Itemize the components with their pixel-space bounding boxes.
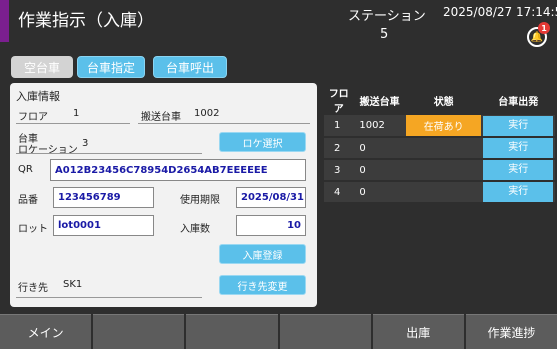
- inbound-info-panel: 入庫情報 フロア 1 搬送台車 1002 台車 ロケーション 3 ロケ選択 QR…: [10, 83, 317, 307]
- main-button[interactable]: メイン: [0, 314, 92, 349]
- tab-vehicle-call[interactable]: 台車呼出: [153, 56, 227, 78]
- row-status: [405, 137, 482, 160]
- location-value: 3: [82, 138, 89, 149]
- row-floor: 1: [324, 115, 354, 138]
- product-label: 品番: [18, 195, 38, 206]
- alarm-count-badge: 1: [538, 22, 550, 34]
- change-destination-button[interactable]: 行き先変更: [219, 275, 306, 295]
- row-status: [405, 181, 482, 204]
- vehicle-label: 搬送台車: [141, 112, 181, 123]
- tab-empty-vehicle[interactable]: 空台車: [11, 56, 73, 78]
- footer-blank-button-2[interactable]: [186, 314, 278, 349]
- row-floor: 4: [324, 181, 354, 204]
- qty-label: 入庫数: [180, 224, 210, 235]
- col-floor-header: フロア: [324, 85, 354, 115]
- floor-underline: [16, 123, 130, 124]
- row-vehicle: 0: [353, 137, 406, 160]
- row-status: [405, 159, 482, 182]
- qr-label: QR: [18, 164, 33, 175]
- execute-button[interactable]: 実行: [483, 182, 554, 202]
- expiry-label: 使用期限: [180, 195, 220, 206]
- outbound-button[interactable]: 出庫: [372, 314, 464, 349]
- row-vehicle: 0: [353, 181, 406, 204]
- floor-label: フロア: [18, 112, 48, 123]
- product-input[interactable]: 123456789: [53, 187, 154, 208]
- table-row: 3 0 実行: [324, 159, 555, 182]
- panel-heading: 入庫情報: [16, 90, 60, 103]
- destination-value: SK1: [63, 279, 83, 290]
- destination-underline: [16, 297, 202, 298]
- row-vehicle: 0: [353, 159, 406, 182]
- floor-table-header: フロア 搬送台車 状態 台車出発: [324, 85, 555, 115]
- row-floor: 3: [324, 159, 354, 182]
- vehicle-underline: [138, 123, 310, 124]
- footer-blank-button-3[interactable]: [279, 314, 371, 349]
- execute-button[interactable]: 実行: [483, 160, 554, 180]
- header-accent-bar: [0, 0, 9, 42]
- col-departure-header: 台車出発: [481, 85, 555, 115]
- datetime-display: 2025/08/27 17:14:53: [443, 5, 557, 19]
- row-status: 在荷あり: [405, 115, 482, 138]
- table-row: 1 1002 在荷あり 実行: [324, 115, 555, 138]
- alarm-button[interactable]: 🔔 1: [527, 22, 550, 47]
- station-label: ステーション: [348, 9, 426, 24]
- col-vehicle-header: 搬送台車: [353, 85, 406, 115]
- tab-vehicle-specify[interactable]: 台車指定: [77, 56, 145, 78]
- floor-value: 1: [73, 108, 80, 119]
- work-progress-button[interactable]: 作業進捗: [465, 314, 557, 349]
- station-value: 5: [380, 27, 389, 42]
- row-vehicle: 1002: [353, 115, 406, 138]
- row-floor: 2: [324, 137, 354, 160]
- expiry-input[interactable]: 2025/08/31: [236, 187, 306, 208]
- table-row: 2 0 実行: [324, 137, 555, 160]
- table-row: 4 0 実行: [324, 181, 555, 204]
- floor-table: フロア 搬送台車 状態 台車出発 1 1002 在荷あり 実行 2 0 実行 3…: [324, 85, 555, 204]
- footer-blank-button-1[interactable]: [93, 314, 185, 349]
- lot-label: ロット: [18, 224, 48, 235]
- location-underline: [16, 153, 202, 154]
- location-select-button[interactable]: ロケ選択: [219, 132, 306, 152]
- lot-input[interactable]: lot0001: [53, 215, 154, 236]
- page-title: 作業指示（入庫）: [18, 11, 154, 31]
- execute-button[interactable]: 実行: [483, 138, 554, 158]
- footer-nav: メイン 出庫 作業進捗: [0, 314, 557, 349]
- register-inbound-button[interactable]: 入庫登録: [219, 244, 306, 264]
- qty-input[interactable]: 10: [236, 215, 306, 236]
- col-status-header: 状態: [405, 85, 482, 115]
- destination-label: 行き先: [18, 283, 48, 294]
- execute-button[interactable]: 実行: [483, 115, 554, 136]
- vehicle-value: 1002: [194, 108, 220, 119]
- qr-input[interactable]: A012B23456C78954D2654AB7EEEEEE: [50, 159, 306, 181]
